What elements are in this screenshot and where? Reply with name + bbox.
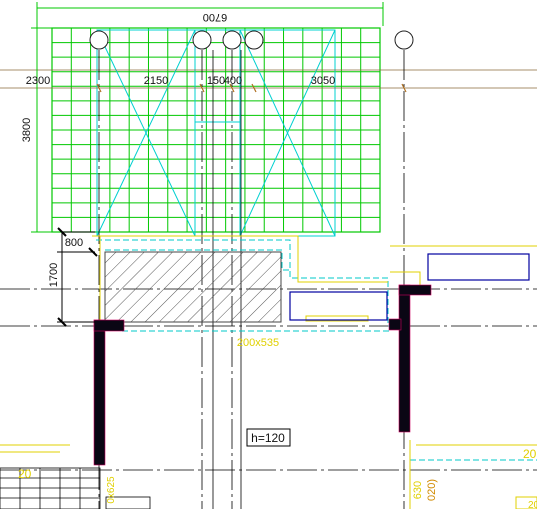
stair-outline	[0, 467, 101, 509]
dim-gap: 800	[65, 237, 83, 249]
axis-bubble	[192, 30, 212, 50]
right-note: 020)	[426, 479, 438, 501]
dim-top-width: 6700	[203, 11, 227, 23]
dim-span-a: 2150	[144, 75, 168, 87]
truss-bracing	[96, 29, 336, 237]
axis-bubble	[222, 30, 242, 50]
wall-left-vertical	[93, 319, 106, 466]
height-tag: h=120	[251, 431, 285, 445]
dim-slab-depth: 1700	[48, 263, 60, 287]
dim-span-c: 400	[224, 75, 242, 87]
dim-span-b: 150	[207, 75, 225, 87]
bottom-tag: 20	[528, 500, 537, 509]
bottom-left-tag: 20	[18, 467, 32, 481]
dim-grid-height: 3800	[21, 118, 33, 142]
axis-bubble	[89, 30, 109, 50]
yellow-outline	[390, 271, 421, 285]
dim-left-offset: 2300	[26, 75, 50, 87]
blue-opening	[427, 253, 530, 281]
dim-span-d: 3050	[311, 75, 335, 87]
wall-right-stub	[388, 318, 402, 331]
bottom-left-note: 0x625	[106, 476, 117, 504]
axis-bubble	[394, 30, 414, 50]
mesh-grid	[51, 27, 381, 233]
hatched-slab	[104, 251, 282, 323]
cad-drawing: 6700 3800 2300 2150 150 400 3050 800 170…	[0, 2, 537, 509]
axis-bubbles	[89, 30, 414, 50]
wall-right-cap	[398, 284, 432, 296]
truss-frame	[96, 29, 336, 237]
axis-bubble	[244, 30, 264, 50]
cad-drawing-canvas: 6700 3800 2300 2150 150 400 3050 800 170…	[0, 0, 537, 509]
left-dimension	[31, 27, 52, 233]
wall-left-cap	[93, 319, 125, 332]
wall-right-vertical	[398, 284, 411, 433]
right-note-b: 630	[412, 481, 424, 499]
slab-size-label: 200x535	[237, 337, 279, 349]
right-tag: 20	[523, 447, 537, 461]
